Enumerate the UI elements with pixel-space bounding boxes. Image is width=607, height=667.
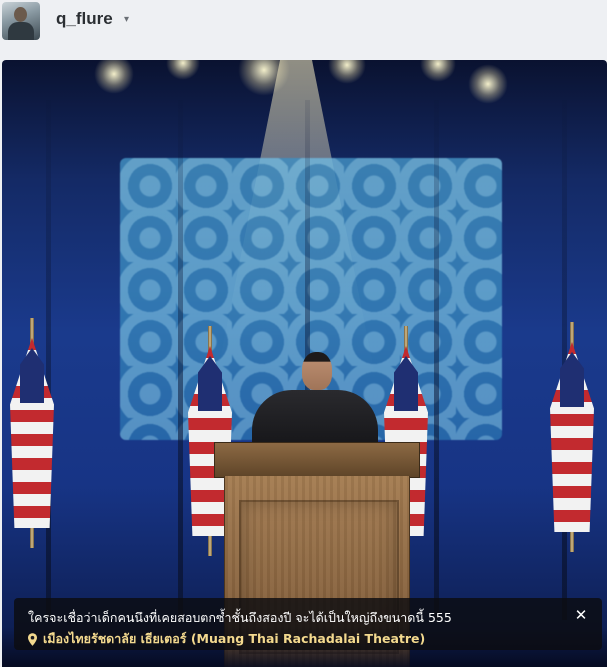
location-link[interactable]: เมืองไทยรัชดาลัย เธียเตอร์ (Muang Thai R… (28, 629, 425, 649)
caption-text: ใครจะเชื่อว่าเด็กคนนึงที่เคยสอบตกซ้ำชั้น… (28, 610, 452, 625)
spotlight (328, 60, 366, 84)
caption-overlay: ใครจะเชื่อว่าเด็กคนนึงที่เคยสอบตกซ้ำชั้น… (14, 598, 602, 650)
caret-down-icon[interactable]: ▾ (124, 14, 129, 25)
stage-pillar (434, 100, 439, 620)
map-pin-icon (28, 632, 37, 646)
profile-header: q_flure ▾ (0, 0, 607, 42)
user-avatar[interactable] (2, 2, 40, 40)
flag (550, 322, 594, 552)
avatar-head (14, 7, 27, 22)
flag (10, 318, 54, 548)
stage-pillar (178, 100, 183, 620)
spotlight (166, 60, 200, 80)
spotlight (468, 64, 508, 104)
spotlight (420, 60, 456, 82)
speaker-figure (252, 352, 378, 452)
spotlight (94, 60, 134, 94)
close-icon[interactable]: ✕ (574, 608, 588, 623)
podium-top (214, 442, 420, 478)
username-link[interactable]: q_flure (56, 9, 113, 29)
avatar-body (8, 22, 34, 40)
post-photo[interactable] (2, 60, 607, 667)
location-text: เมืองไทยรัชดาลัย เธียเตอร์ (Muang Thai R… (43, 631, 426, 646)
